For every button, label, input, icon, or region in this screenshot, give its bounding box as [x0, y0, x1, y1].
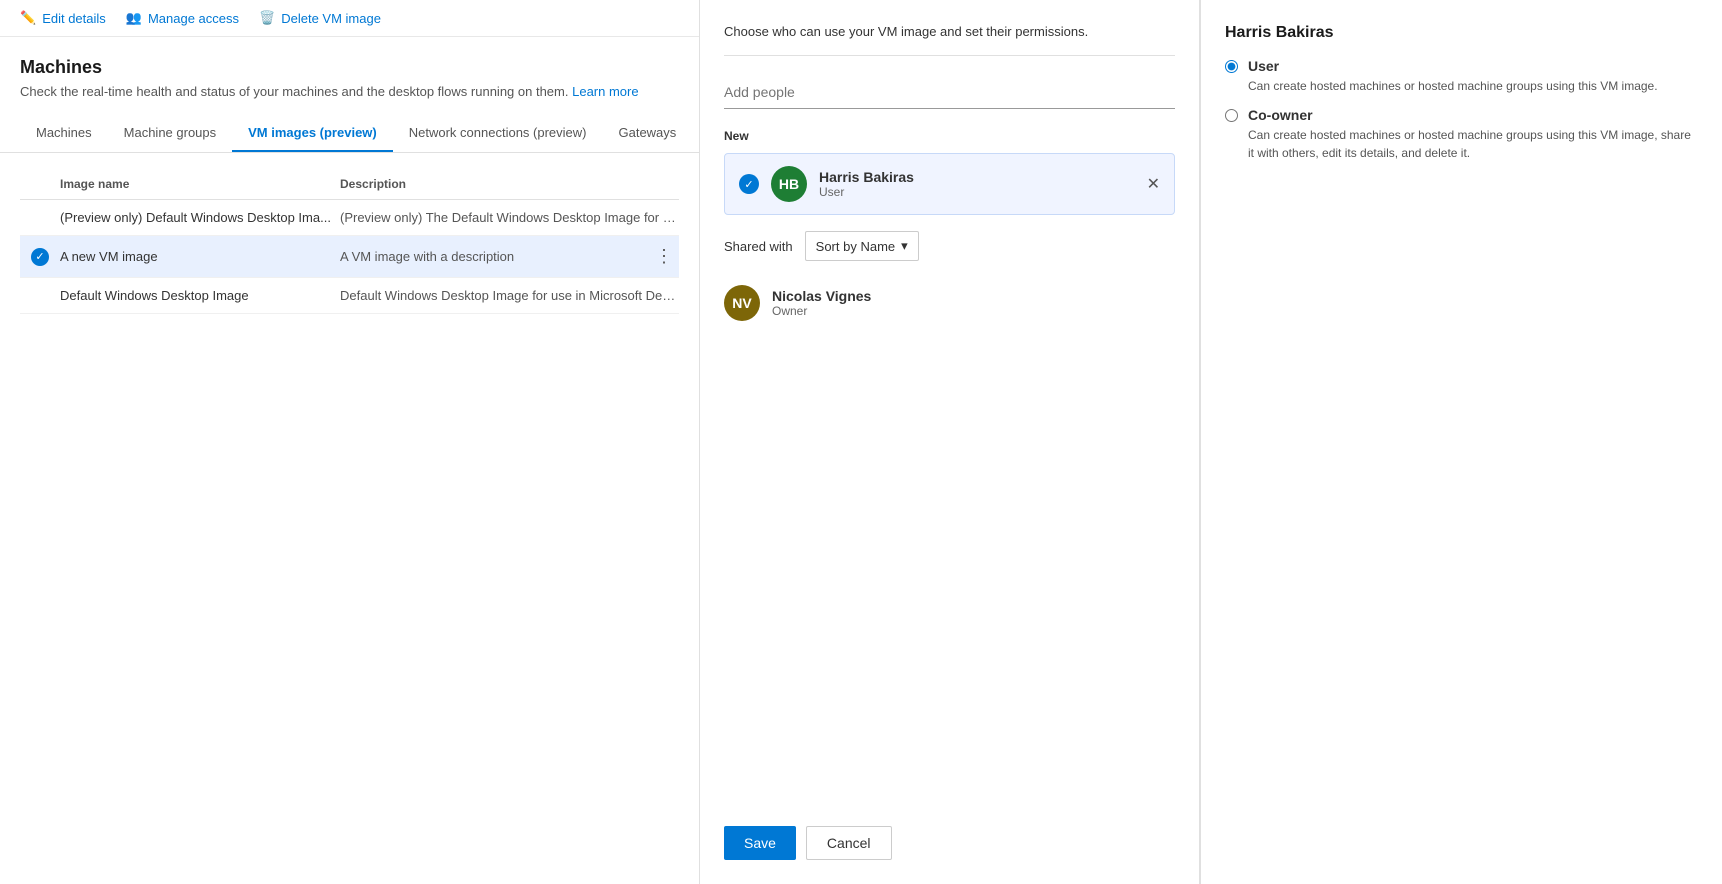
header-check	[20, 177, 60, 191]
manage-access-panel: Choose who can use your VM image and set…	[700, 0, 1200, 884]
tab-machine-groups[interactable]: Machine groups	[108, 115, 233, 152]
new-label: New	[724, 129, 1175, 143]
remove-person-button[interactable]: ✕	[1147, 174, 1160, 194]
header-description: Description	[340, 177, 679, 191]
left-panel: ✏️ Edit details 👥 Manage access 🗑️ Delet…	[0, 0, 700, 884]
table-row[interactable]: Default Windows Desktop Image Default Wi…	[20, 278, 679, 314]
person-selected-icon	[739, 174, 759, 194]
delete-button[interactable]: 🗑️ Delete VM image	[259, 10, 381, 26]
panel-footer: Save Cancel	[724, 806, 1175, 860]
shared-person-avatar: NV	[724, 285, 760, 321]
shared-person-name: Nicolas Vignes	[772, 288, 1175, 304]
coowner-option-title: Co-owner	[1248, 107, 1698, 123]
row-desc-1: A VM image with a description	[340, 249, 649, 264]
shared-person-role: Owner	[772, 304, 1175, 318]
shared-person-row: NV Nicolas Vignes Owner	[724, 277, 1175, 329]
details-person-name: Harris Bakiras	[1225, 24, 1698, 42]
right-panel: Choose who can use your VM image and set…	[700, 0, 1722, 884]
shared-with-label: Shared with	[724, 239, 793, 254]
edit-icon: ✏️	[20, 10, 36, 26]
row-desc-0: (Preview only) The Default Windows Deskt…	[340, 210, 679, 225]
learn-more-link[interactable]: Learn more	[572, 84, 638, 99]
user-option-title: User	[1248, 58, 1658, 74]
edit-details-button[interactable]: ✏️ Edit details	[20, 10, 106, 26]
sort-dropdown[interactable]: Sort by Name ▾	[805, 231, 919, 261]
user-option-desc: Can create hosted machines or hosted mac…	[1248, 77, 1658, 95]
user-option[interactable]: User Can create hosted machines or hoste…	[1225, 58, 1698, 95]
person-info: Harris Bakiras User	[819, 169, 1135, 199]
sort-label: Sort by Name	[816, 239, 895, 254]
table-header: Image name Description	[20, 169, 679, 200]
row-actions-menu[interactable]: ⋮	[649, 246, 679, 267]
shared-with-row: Shared with Sort by Name ▾	[724, 231, 1175, 261]
row-name-0: (Preview only) Default Windows Desktop I…	[60, 210, 340, 225]
person-name: Harris Bakiras	[819, 169, 1135, 185]
coowner-option[interactable]: Co-owner Can create hosted machines or h…	[1225, 107, 1698, 162]
cancel-button[interactable]: Cancel	[806, 826, 892, 860]
section-description: Check the real-time health and status of…	[20, 84, 679, 99]
add-people-input[interactable]	[724, 76, 1175, 109]
coowner-option-desc: Can create hosted machines or hosted mac…	[1248, 126, 1698, 162]
shared-person-info: Nicolas Vignes Owner	[772, 288, 1175, 318]
user-radio[interactable]	[1225, 60, 1238, 73]
row-checkbox-1[interactable]	[20, 248, 60, 266]
user-option-content: User Can create hosted machines or hoste…	[1248, 58, 1658, 95]
new-person-card: HB Harris Bakiras User ✕	[724, 153, 1175, 215]
page-title: Machines	[20, 57, 679, 78]
details-panel: Harris Bakiras User Can create hosted ma…	[1201, 0, 1722, 884]
tab-machines[interactable]: Machines	[20, 115, 108, 152]
row-name-1: A new VM image	[60, 249, 340, 264]
tab-gateways[interactable]: Gateways	[602, 115, 692, 152]
row-name-2: Default Windows Desktop Image	[60, 288, 340, 303]
manage-access-button[interactable]: 👥 Manage access	[126, 10, 239, 26]
toolbar: ✏️ Edit details 👥 Manage access 🗑️ Delet…	[0, 0, 699, 37]
tab-network-connections[interactable]: Network connections (preview)	[393, 115, 603, 152]
checked-icon	[31, 248, 49, 266]
permission-radio-group: User Can create hosted machines or hoste…	[1225, 58, 1698, 162]
person-role: User	[819, 185, 1135, 199]
person-avatar: HB	[771, 166, 807, 202]
save-button[interactable]: Save	[724, 826, 796, 860]
table-area: Image name Description (Preview only) De…	[20, 153, 679, 314]
content-area: Machines Check the real-time health and …	[0, 37, 699, 324]
tabs: Machines Machine groups VM images (previ…	[0, 115, 699, 153]
table-row[interactable]: A new VM image A VM image with a descrip…	[20, 236, 679, 278]
table-row[interactable]: (Preview only) Default Windows Desktop I…	[20, 200, 679, 236]
coowner-option-content: Co-owner Can create hosted machines or h…	[1248, 107, 1698, 162]
tab-vm-images[interactable]: VM images (preview)	[232, 115, 393, 152]
coowner-radio[interactable]	[1225, 109, 1238, 122]
panel-description: Choose who can use your VM image and set…	[724, 24, 1175, 56]
manage-icon: 👥	[126, 10, 142, 26]
delete-icon: 🗑️	[259, 10, 275, 26]
chevron-down-icon: ▾	[901, 238, 908, 254]
header-image-name: Image name	[60, 177, 340, 191]
row-desc-2: Default Windows Desktop Image for use in…	[340, 288, 679, 303]
